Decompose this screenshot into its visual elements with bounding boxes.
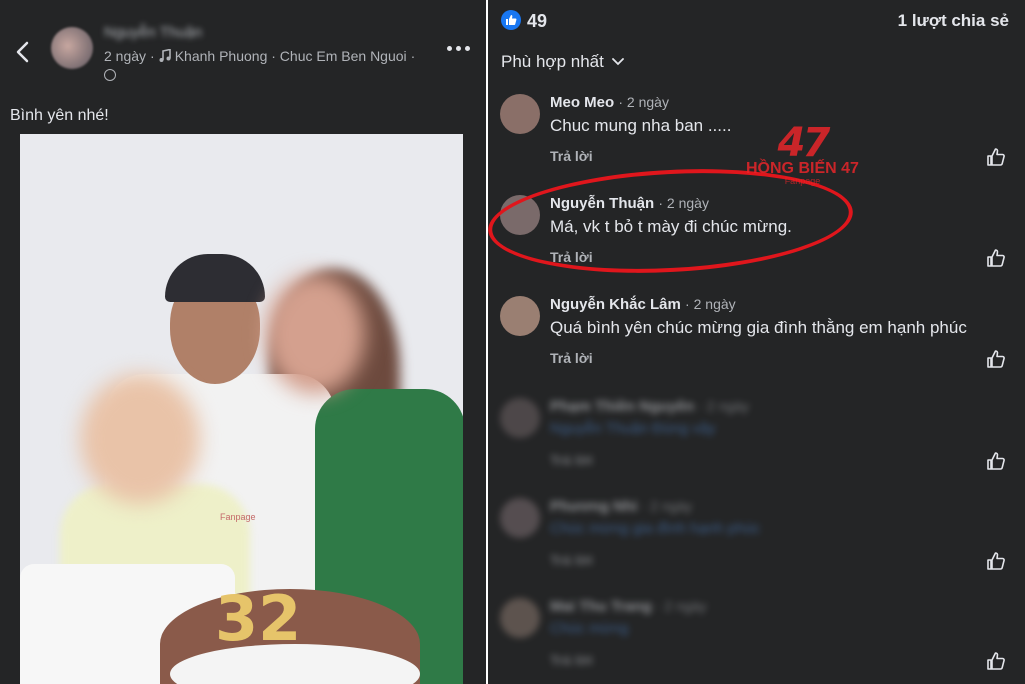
meta-separator: · bbox=[150, 48, 155, 64]
comments-panel: 49 1 lượt chia sẻ Phù hợp nhất Meo Meo ·… bbox=[488, 0, 1025, 684]
reply-button[interactable]: Trả lời bbox=[550, 148, 593, 164]
comment-text: Nguyễn Thuận Đúng vậy bbox=[550, 420, 716, 437]
commenter-avatar[interactable] bbox=[500, 498, 540, 538]
commenter-name[interactable]: Meo Meo · 2 ngày bbox=[550, 94, 669, 111]
comment-time: · 2 ngày bbox=[698, 398, 749, 414]
like-reaction-icon[interactable] bbox=[501, 10, 521, 30]
comment-time: · 2 ngày bbox=[641, 498, 693, 514]
comment-item: Phạm Thiên Nguyên · 2 ngày Nguyễn Thuận … bbox=[488, 398, 1025, 494]
chevron-down-icon bbox=[611, 58, 624, 66]
meta-separator: · bbox=[410, 48, 416, 64]
author-avatar[interactable] bbox=[51, 27, 93, 69]
post-photo[interactable]: 32 Fanpage bbox=[20, 134, 463, 684]
comment-text: Chuc mung nha ban ..... bbox=[550, 116, 732, 135]
commenter-avatar[interactable] bbox=[500, 398, 540, 438]
like-thumb-icon[interactable] bbox=[985, 247, 1007, 269]
commenter-avatar[interactable] bbox=[500, 94, 540, 134]
photo-figure bbox=[80, 374, 200, 504]
like-thumb-icon[interactable] bbox=[985, 348, 1007, 370]
comment-item: Nguyễn Khắc Lâm · 2 ngày Quá bình yên ch… bbox=[488, 296, 1025, 392]
post-panel: Nguyễn Thuận 2 ngày · Khanh Phuong · Chu… bbox=[0, 0, 486, 684]
post-caption: Bình yên nhé! bbox=[10, 107, 109, 124]
comment-time: · 2 ngày bbox=[618, 94, 669, 110]
like-thumb-icon[interactable] bbox=[985, 550, 1007, 572]
reply-button[interactable]: Trả lời bbox=[550, 652, 593, 668]
reply-button[interactable]: Trả lời bbox=[550, 552, 593, 568]
watermark-sub: Fanpage bbox=[784, 176, 821, 186]
commenter-name[interactable]: Nguyễn Khắc Lâm · 2 ngày bbox=[550, 296, 736, 313]
more-options-icon[interactable] bbox=[447, 46, 470, 51]
birthday-number: 32 bbox=[215, 582, 302, 655]
like-thumb-icon[interactable] bbox=[985, 650, 1007, 672]
comment-text: Chúc mừng bbox=[550, 620, 629, 637]
author-name[interactable]: Nguyễn Thuận bbox=[104, 24, 202, 41]
commenter-name[interactable]: Phạm Thiên Nguyên · 2 ngày bbox=[550, 398, 749, 415]
commenter-name[interactable]: Phương Nhi · 2 ngày bbox=[550, 498, 692, 515]
commenter-avatar[interactable] bbox=[500, 296, 540, 336]
reply-button[interactable]: Trả lời bbox=[550, 452, 593, 468]
reply-button[interactable]: Trả lời bbox=[550, 350, 593, 366]
like-thumb-icon[interactable] bbox=[985, 146, 1007, 168]
comment-item: Mai Thu Trang · 2 ngày Chúc mừng Trả lời bbox=[488, 598, 1025, 684]
sort-label: Phù hợp nhất bbox=[501, 52, 604, 71]
post-meta: 2 ngày · Khanh Phuong · Chuc Em Ben Nguo… bbox=[104, 48, 419, 64]
comment-item: Phương Nhi · 2 ngày Chúc mừng gia đình h… bbox=[488, 498, 1025, 594]
comment-time: · 2 ngày bbox=[685, 296, 736, 312]
comment-text: Chúc mừng gia đình hạnh phúc bbox=[550, 520, 761, 537]
globe-icon bbox=[104, 69, 116, 81]
photo-figure bbox=[265, 274, 365, 394]
photo-watermark: Fanpage bbox=[220, 512, 256, 522]
back-arrow-icon[interactable] bbox=[12, 38, 34, 66]
photo-figure bbox=[165, 254, 265, 302]
like-count[interactable]: 49 bbox=[527, 11, 547, 32]
commenter-name[interactable]: Mai Thu Trang · 2 ngày bbox=[550, 598, 706, 615]
commenter-avatar[interactable] bbox=[500, 598, 540, 638]
comment-time: · 2 ngày bbox=[655, 598, 707, 614]
like-thumb-icon[interactable] bbox=[985, 450, 1007, 472]
watermark-logo: 47 HỒNG BIẾN 47 Fanpage bbox=[746, 120, 859, 186]
share-count[interactable]: 1 lượt chia sẻ bbox=[898, 11, 1009, 31]
comment-text: Quá bình yên chúc mừng gia đình thằng em… bbox=[550, 318, 967, 337]
music-track[interactable]: Khanh Phuong · Chuc Em Ben Nguoi bbox=[175, 48, 407, 64]
sort-dropdown[interactable]: Phù hợp nhất bbox=[501, 52, 624, 72]
post-time: 2 ngày bbox=[104, 48, 147, 64]
music-note-icon bbox=[159, 48, 171, 63]
